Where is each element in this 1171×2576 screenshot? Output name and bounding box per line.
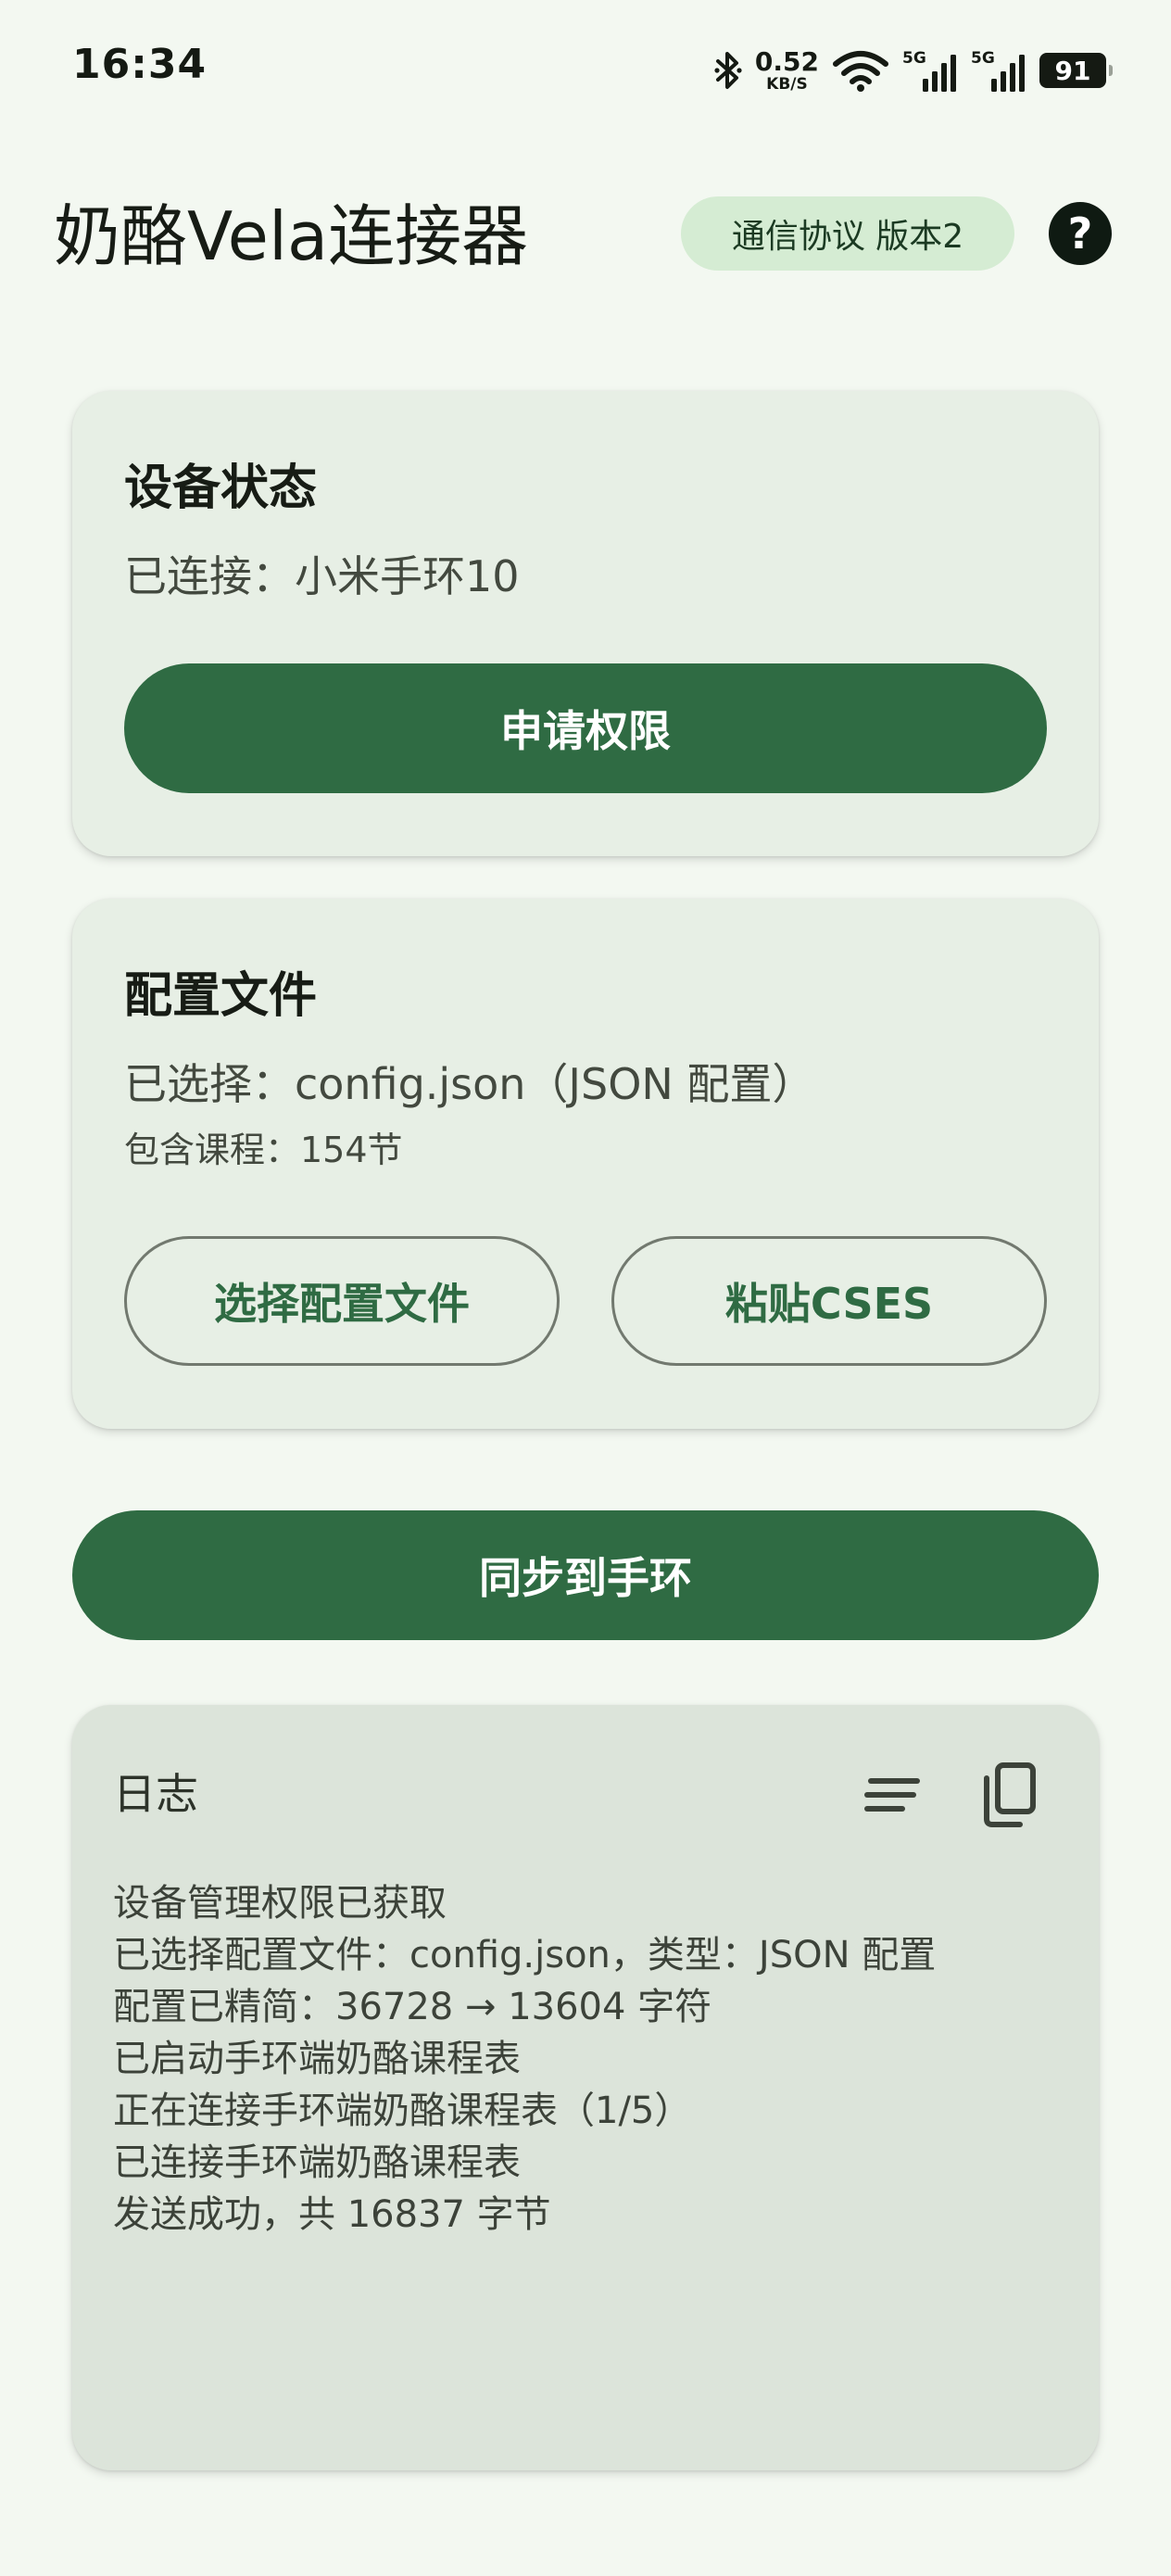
selected-config-file: 已选择：config.json（JSON 配置） (124, 1059, 815, 1109)
bluetooth-icon (714, 50, 742, 91)
copy-icon (984, 1762, 1036, 1827)
log-entry: 已选择配置文件：config.json，类型：JSON 配置 (113, 1934, 937, 1976)
log-entry: 配置已精简：36728 → 13604 字符 (113, 1986, 712, 2028)
network-speed-value: 0.52 (754, 45, 819, 77)
course-count: 包含课程：154节 (124, 1130, 403, 1170)
protocol-version-chip[interactable]: 通信协议 版本2 (681, 196, 1014, 271)
help-button[interactable]: ? (1049, 202, 1112, 265)
network-speed-unit: KB/S (766, 74, 808, 94)
device-status-card: 设备状态 已连接：小米手环10 申请权限 (72, 391, 1099, 856)
wifi-icon (832, 49, 889, 92)
status-bar: 16:34 0.52 KB/S 5G 5G 91 (0, 0, 1171, 139)
request-permission-button[interactable]: 申请权限 (124, 663, 1047, 793)
clear-log-button[interactable] (860, 1762, 925, 1827)
log-entry: 正在连接手环端奶酪课程表（1/5） (113, 2090, 692, 2132)
log-entry: 已连接手环端奶酪课程表 (113, 2141, 521, 2184)
log-entries: 设备管理权限已获取 已选择配置文件：config.json，类型：JSON 配置… (113, 1877, 936, 2241)
help-icon: ? (1067, 208, 1093, 259)
signal-bars-icon (923, 55, 956, 92)
status-time: 16:34 (72, 41, 208, 88)
paste-cses-button[interactable]: 粘贴CSES (611, 1236, 1047, 1366)
device-connection-status: 已连接：小米手环10 (124, 551, 520, 601)
app-title: 奶酪Vela连接器 (54, 197, 529, 275)
cellular-signal-2: 5G (971, 49, 1026, 92)
device-status-title: 设备状态 (124, 461, 318, 516)
network-speed: 0.52 KB/S (754, 45, 819, 94)
log-entry: 发送成功，共 16837 字节 (113, 2193, 551, 2236)
cellular-signal-1: 5G (902, 49, 958, 92)
sync-to-band-button[interactable]: 同步到手环 (72, 1510, 1099, 1640)
select-config-file-button[interactable]: 选择配置文件 (124, 1236, 560, 1366)
log-card: 日志 设备管理权限已获取 已选择配置文件：config.json，类型：JSON… (72, 1705, 1099, 2470)
log-title: 日志 (113, 1769, 198, 1819)
log-entry: 已启动手环端奶酪课程表 (113, 2038, 521, 2080)
signal-bars-icon (991, 55, 1025, 92)
status-icons: 0.52 KB/S 5G 5G 91 (714, 43, 1113, 98)
battery-icon: 91 (1039, 53, 1113, 88)
battery-level: 91 (1054, 55, 1091, 86)
config-file-card: 配置文件 已选择：config.json（JSON 配置） 包含课程：154节 … (72, 899, 1099, 1429)
sort-lines-icon (864, 1778, 920, 1812)
config-file-title: 配置文件 (124, 968, 318, 1024)
log-entry: 设备管理权限已获取 (113, 1882, 447, 1925)
copy-log-button[interactable] (976, 1762, 1041, 1827)
